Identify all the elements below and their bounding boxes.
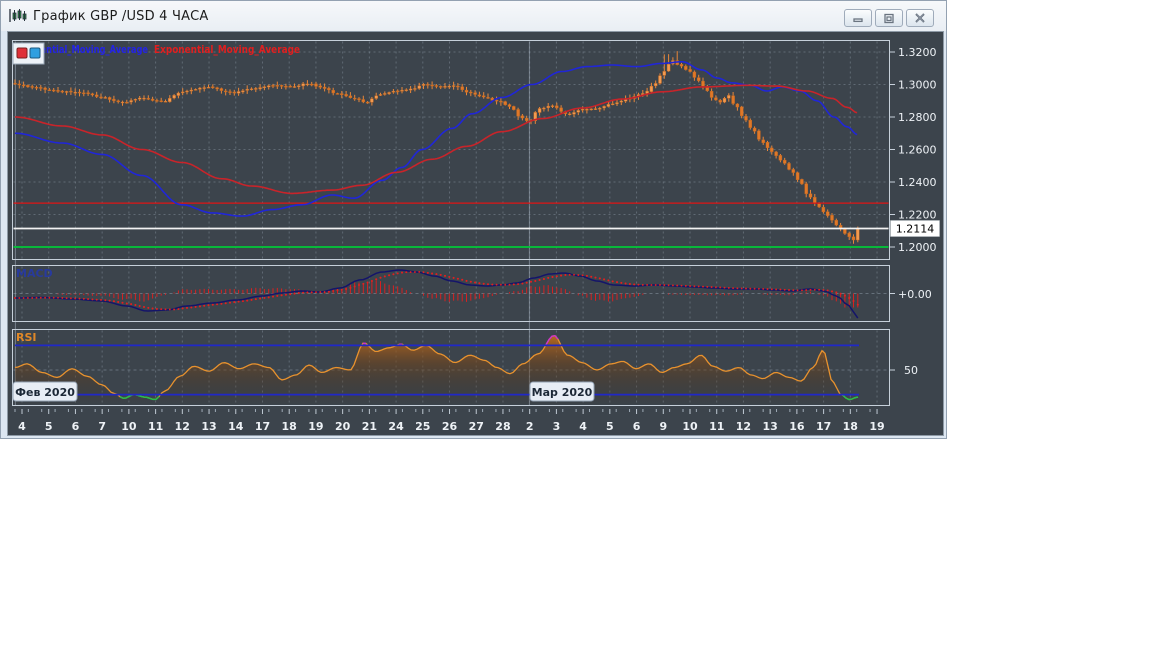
svg-text:4: 4	[579, 420, 587, 433]
svg-text:3: 3	[553, 420, 561, 433]
title-bar[interactable]: График GBP /USD 4 ЧАСА	[1, 1, 946, 31]
rsi-label: RSI	[16, 331, 37, 344]
svg-text:19: 19	[869, 420, 884, 433]
svg-text:27: 27	[469, 420, 484, 433]
svg-text:16: 16	[789, 420, 805, 433]
desktop: { "window": { "title": "График GBP /USD …	[0, 0, 1152, 648]
svg-text:5: 5	[45, 420, 53, 433]
svg-text:11: 11	[148, 420, 163, 433]
svg-text:1.3000: 1.3000	[898, 79, 937, 92]
chart-client-area: 1.3200 1.3000 1.2800 1.2600 1.2400 1.2200 1.20…	[7, 31, 944, 436]
svg-text:17: 17	[816, 420, 831, 433]
red-series-toggle-button[interactable]	[16, 47, 28, 59]
rsi-mid-value: 50	[904, 364, 918, 377]
month-tag-mar[interactable]: Мар 2020	[529, 381, 595, 402]
svg-text:13: 13	[763, 420, 778, 433]
svg-text:11: 11	[709, 420, 724, 433]
svg-text:5: 5	[606, 420, 614, 433]
series-toggle-box	[12, 42, 45, 65]
panel-borders	[12, 40, 890, 406]
close-button[interactable]	[906, 9, 934, 27]
month-tag-mar-label: Мар 2020	[532, 386, 593, 399]
svg-text:2: 2	[526, 420, 534, 433]
current-price-tag: 1.2114	[890, 220, 940, 237]
svg-text:6: 6	[633, 420, 641, 433]
macd-indicator	[14, 269, 859, 319]
svg-text:14: 14	[228, 420, 244, 433]
svg-text:9: 9	[659, 420, 667, 433]
blue-series-toggle-button[interactable]	[29, 47, 41, 59]
svg-text:10: 10	[121, 420, 137, 433]
svg-text:12: 12	[175, 420, 190, 433]
svg-text:20: 20	[335, 420, 351, 433]
svg-text:19: 19	[308, 420, 323, 433]
minimize-button[interactable]	[844, 9, 872, 27]
macd-zero-value: +0.00	[898, 288, 932, 301]
price-axis[interactable]: 1.3200 1.3000 1.2800 1.2600 1.2400 1.2200 1.20…	[890, 46, 937, 371]
svg-text:25: 25	[415, 420, 430, 433]
svg-text:26: 26	[442, 420, 458, 433]
horizontal-level-lines	[13, 202, 889, 248]
svg-text:7: 7	[98, 420, 106, 433]
current-price-value: 1.2114	[896, 223, 935, 236]
svg-text:17: 17	[255, 420, 270, 433]
svg-text:12: 12	[736, 420, 751, 433]
date-axis[interactable]: 4 5 6 7 10 11 12 13 14 17 18 19 20 21 24 25 26 27 28 2 3 4 5 6 9…	[14, 409, 885, 433]
svg-text:1.2400: 1.2400	[898, 176, 937, 189]
minimize-icon	[853, 18, 863, 23]
svg-text:1.2000: 1.2000	[898, 241, 937, 254]
close-icon	[915, 13, 925, 23]
svg-text:18: 18	[843, 420, 858, 433]
svg-text:18: 18	[282, 420, 297, 433]
svg-text:13: 13	[201, 420, 216, 433]
month-tag-feb[interactable]: Фев 2020	[12, 381, 78, 402]
svg-text:24: 24	[388, 420, 404, 433]
legend-ema-slow-label: Exponential_Moving_Average	[154, 44, 300, 56]
svg-text:4: 4	[18, 420, 26, 433]
svg-text:6: 6	[72, 420, 80, 433]
grid-lines	[13, 41, 889, 406]
maximize-button[interactable]	[875, 9, 903, 27]
price-chart[interactable]: 1.3200 1.3000 1.2800 1.2600 1.2400 1.2200 1.20…	[8, 32, 943, 435]
svg-text:1.2200: 1.2200	[898, 209, 937, 222]
svg-text:1.2600: 1.2600	[898, 144, 937, 157]
svg-text:28: 28	[495, 420, 510, 433]
month-tag-feb-label: Фев 2020	[15, 386, 75, 399]
svg-text:21: 21	[362, 420, 377, 433]
maximize-icon	[884, 13, 894, 23]
svg-text:1.3200: 1.3200	[898, 46, 937, 59]
macd-label: MACD	[16, 267, 53, 280]
svg-text:10: 10	[682, 420, 698, 433]
window-title: График GBP /USD 4 ЧАСА	[33, 8, 209, 24]
chart-window: График GBP /USD 4 ЧАСА 1.3200 1.3000 1.2…	[0, 0, 947, 439]
svg-text:1.2800: 1.2800	[898, 111, 937, 124]
candlestick-chart-icon	[9, 8, 27, 24]
